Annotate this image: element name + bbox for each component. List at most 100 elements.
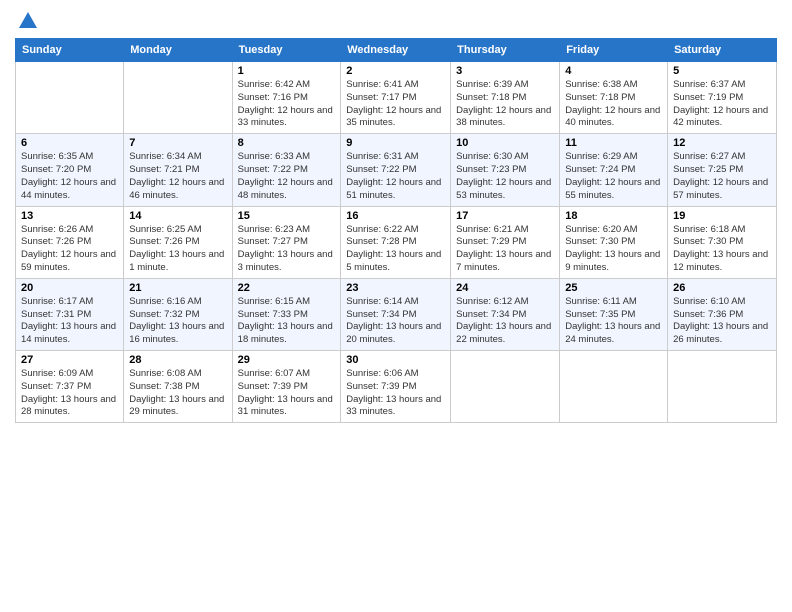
- calendar-cell: 21 Sunrise: 6:16 AMSunset: 7:32 PMDayligh…: [124, 278, 232, 350]
- calendar-cell: [668, 351, 777, 423]
- day-info: Sunrise: 6:16 AMSunset: 7:32 PMDaylight:…: [129, 296, 226, 347]
- day-info: Sunrise: 6:35 AMSunset: 7:20 PMDaylight:…: [21, 151, 118, 202]
- calendar-cell: 8Sunrise: 6:33 AMSunset: 7:22 PMDaylight…: [232, 134, 341, 206]
- calendar-page: SundayMondayTuesdayWednesdayThursdayFrid…: [0, 0, 792, 612]
- day-number: 30: [346, 354, 445, 366]
- day-number: 8: [238, 137, 336, 149]
- calendar-cell: 4 Sunrise: 6:38 AMSunset: 7:18 PMDaylight…: [560, 62, 668, 134]
- calendar-cell: [560, 351, 668, 423]
- day-info: Sunrise: 6:25 AMSunset: 7:26 PMDaylight:…: [129, 224, 226, 275]
- day-info: Sunrise: 6:06 AMSunset: 7:39 PMDaylight:…: [346, 368, 445, 419]
- day-number: 1: [238, 65, 336, 77]
- day-number: 27: [21, 354, 118, 366]
- calendar-cell: 14 Sunrise: 6:25 AMSunset: 7:26 PMDayligh…: [124, 206, 232, 278]
- week-row-4: 20Sunrise: 6:17 AMSunset: 7:31 PMDayligh…: [16, 278, 777, 350]
- calendar-cell: 7 Sunrise: 6:34 AMSunset: 7:21 PMDaylight…: [124, 134, 232, 206]
- day-info: Sunrise: 6:41 AMSunset: 7:17 PMDaylight:…: [346, 79, 445, 130]
- day-number: 16: [346, 210, 445, 222]
- calendar-cell: [451, 351, 560, 423]
- day-info: Sunrise: 6:34 AMSunset: 7:21 PMDaylight:…: [129, 151, 226, 202]
- day-number: 3: [456, 65, 554, 77]
- day-number: 23: [346, 282, 445, 294]
- day-number: 6: [21, 137, 118, 149]
- page-header: [15, 10, 777, 30]
- day-info: Sunrise: 6:20 AMSunset: 7:30 PMDaylight:…: [565, 224, 662, 275]
- weekday-header-wednesday: Wednesday: [341, 39, 451, 62]
- weekday-header-friday: Friday: [560, 39, 668, 62]
- day-number: 12: [673, 137, 771, 149]
- calendar-cell: 28Sunrise: 6:08 AMSunset: 7:38 PMDayligh…: [124, 351, 232, 423]
- day-info: Sunrise: 6:29 AMSunset: 7:24 PMDaylight:…: [565, 151, 662, 202]
- day-number: 11: [565, 137, 662, 149]
- week-row-2: 6 Sunrise: 6:35 AMSunset: 7:20 PMDaylight…: [16, 134, 777, 206]
- day-info: Sunrise: 6:07 AMSunset: 7:39 PMDaylight:…: [238, 368, 336, 419]
- day-info: Sunrise: 6:38 AMSunset: 7:18 PMDaylight:…: [565, 79, 662, 130]
- week-row-1: 1 Sunrise: 6:42 AMSunset: 7:16 PMDaylight…: [16, 62, 777, 134]
- day-number: 22: [238, 282, 336, 294]
- day-info: Sunrise: 6:37 AMSunset: 7:19 PMDaylight:…: [673, 79, 771, 130]
- day-number: 24: [456, 282, 554, 294]
- calendar-cell: 30 Sunrise: 6:06 AMSunset: 7:39 PMDayligh…: [341, 351, 451, 423]
- logo: [15, 10, 39, 30]
- calendar-cell: 17 Sunrise: 6:21 AMSunset: 7:29 PMDayligh…: [451, 206, 560, 278]
- day-info: Sunrise: 6:08 AMSunset: 7:38 PMDaylight:…: [129, 368, 226, 419]
- calendar-cell: 25Sunrise: 6:11 AMSunset: 7:35 PMDayligh…: [560, 278, 668, 350]
- calendar-cell: 27 Sunrise: 6:09 AMSunset: 7:37 PMDayligh…: [16, 351, 124, 423]
- calendar-cell: 22 Sunrise: 6:15 AMSunset: 7:33 PMDayligh…: [232, 278, 341, 350]
- week-row-5: 27 Sunrise: 6:09 AMSunset: 7:37 PMDayligh…: [16, 351, 777, 423]
- day-info: Sunrise: 6:09 AMSunset: 7:37 PMDaylight:…: [21, 368, 118, 419]
- calendar-cell: 15Sunrise: 6:23 AMSunset: 7:27 PMDayligh…: [232, 206, 341, 278]
- calendar-cell: 20Sunrise: 6:17 AMSunset: 7:31 PMDayligh…: [16, 278, 124, 350]
- calendar-cell: 13 Sunrise: 6:26 AMSunset: 7:26 PMDayligh…: [16, 206, 124, 278]
- day-number: 21: [129, 282, 226, 294]
- calendar-cell: 2 Sunrise: 6:41 AMSunset: 7:17 PMDaylight…: [341, 62, 451, 134]
- calendar-cell: 9 Sunrise: 6:31 AMSunset: 7:22 PMDaylight…: [341, 134, 451, 206]
- calendar-cell: 10 Sunrise: 6:30 AMSunset: 7:23 PMDayligh…: [451, 134, 560, 206]
- day-number: 13: [21, 210, 118, 222]
- logo-icon: [17, 10, 39, 32]
- day-number: 10: [456, 137, 554, 149]
- day-info: Sunrise: 6:18 AMSunset: 7:30 PMDaylight:…: [673, 224, 771, 275]
- calendar-cell: 1 Sunrise: 6:42 AMSunset: 7:16 PMDaylight…: [232, 62, 341, 134]
- calendar-cell: 18Sunrise: 6:20 AMSunset: 7:30 PMDayligh…: [560, 206, 668, 278]
- day-info: Sunrise: 6:42 AMSunset: 7:16 PMDaylight:…: [238, 79, 336, 130]
- weekday-header-row: SundayMondayTuesdayWednesdayThursdayFrid…: [16, 39, 777, 62]
- day-number: 4: [565, 65, 662, 77]
- calendar-cell: 6 Sunrise: 6:35 AMSunset: 7:20 PMDaylight…: [16, 134, 124, 206]
- day-info: Sunrise: 6:31 AMSunset: 7:22 PMDaylight:…: [346, 151, 445, 202]
- day-number: 17: [456, 210, 554, 222]
- calendar-cell: [124, 62, 232, 134]
- day-number: 29: [238, 354, 336, 366]
- day-number: 14: [129, 210, 226, 222]
- calendar-cell: 3 Sunrise: 6:39 AMSunset: 7:18 PMDaylight…: [451, 62, 560, 134]
- calendar-cell: 11 Sunrise: 6:29 AMSunset: 7:24 PMDayligh…: [560, 134, 668, 206]
- day-number: 9: [346, 137, 445, 149]
- day-number: 15: [238, 210, 336, 222]
- calendar-cell: 12Sunrise: 6:27 AMSunset: 7:25 PMDayligh…: [668, 134, 777, 206]
- day-info: Sunrise: 6:30 AMSunset: 7:23 PMDaylight:…: [456, 151, 554, 202]
- day-number: 25: [565, 282, 662, 294]
- calendar-cell: 26 Sunrise: 6:10 AMSunset: 7:36 PMDayligh…: [668, 278, 777, 350]
- calendar-table: SundayMondayTuesdayWednesdayThursdayFrid…: [15, 38, 777, 423]
- day-number: 26: [673, 282, 771, 294]
- weekday-header-saturday: Saturday: [668, 39, 777, 62]
- weekday-header-monday: Monday: [124, 39, 232, 62]
- weekday-header-tuesday: Tuesday: [232, 39, 341, 62]
- calendar-cell: 16 Sunrise: 6:22 AMSunset: 7:28 PMDayligh…: [341, 206, 451, 278]
- calendar-cell: 29 Sunrise: 6:07 AMSunset: 7:39 PMDayligh…: [232, 351, 341, 423]
- day-info: Sunrise: 6:10 AMSunset: 7:36 PMDaylight:…: [673, 296, 771, 347]
- week-row-3: 13 Sunrise: 6:26 AMSunset: 7:26 PMDayligh…: [16, 206, 777, 278]
- day-info: Sunrise: 6:15 AMSunset: 7:33 PMDaylight:…: [238, 296, 336, 347]
- calendar-cell: 24 Sunrise: 6:12 AMSunset: 7:34 PMDayligh…: [451, 278, 560, 350]
- calendar-cell: 23Sunrise: 6:14 AMSunset: 7:34 PMDayligh…: [341, 278, 451, 350]
- day-number: 7: [129, 137, 226, 149]
- day-number: 19: [673, 210, 771, 222]
- day-info: Sunrise: 6:21 AMSunset: 7:29 PMDaylight:…: [456, 224, 554, 275]
- weekday-header-sunday: Sunday: [16, 39, 124, 62]
- day-info: Sunrise: 6:22 AMSunset: 7:28 PMDaylight:…: [346, 224, 445, 275]
- day-info: Sunrise: 6:26 AMSunset: 7:26 PMDaylight:…: [21, 224, 118, 275]
- day-info: Sunrise: 6:39 AMSunset: 7:18 PMDaylight:…: [456, 79, 554, 130]
- day-info: Sunrise: 6:12 AMSunset: 7:34 PMDaylight:…: [456, 296, 554, 347]
- day-number: 5: [673, 65, 771, 77]
- day-number: 2: [346, 65, 445, 77]
